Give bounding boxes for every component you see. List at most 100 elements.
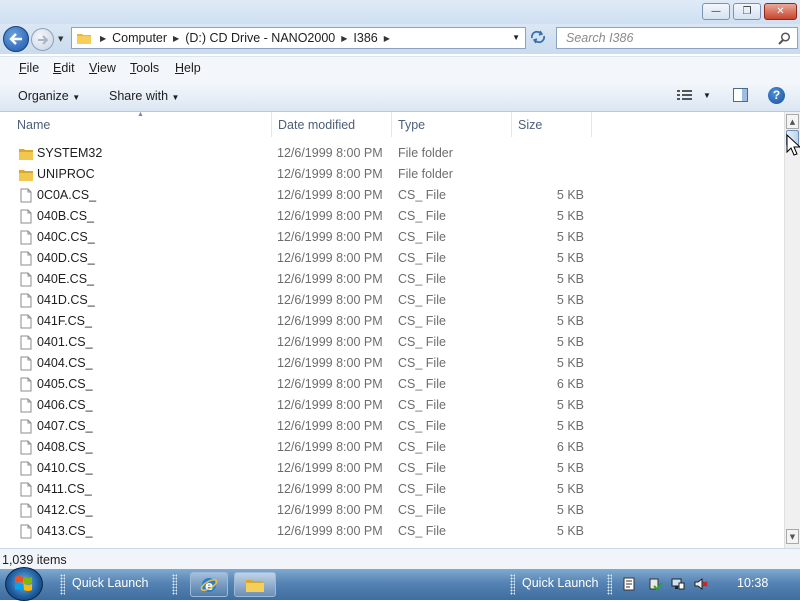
file-row[interactable]: 0408.CS_ 12/6/1999 8:00 PM CS_ File 6 KB [0, 437, 784, 458]
scroll-down-icon: ▼ [789, 532, 796, 541]
breadcrumb-computer[interactable]: Computer [107, 31, 172, 45]
file-date-modified: 12/6/1999 8:00 PM [277, 377, 383, 391]
file-row[interactable]: 041F.CS_ 12/6/1999 8:00 PM CS_ File 5 KB [0, 311, 784, 332]
sort-ascending-icon: ▲ [137, 111, 144, 118]
action-center-icon[interactable] [648, 577, 662, 591]
file-row[interactable]: 0407.CS_ 12/6/1999 8:00 PM CS_ File 5 KB [0, 416, 784, 437]
menu-tools[interactable]: Tools [130, 61, 159, 75]
windows-explorer-taskbar-button[interactable] [234, 572, 276, 597]
help-icon[interactable]: ? [768, 87, 785, 104]
file-row[interactable]: UNIPROC 12/6/1999 8:00 PM File folder [0, 164, 784, 185]
breadcrumb-i386[interactable]: I386 [348, 31, 382, 45]
menu-help[interactable]: Help [175, 61, 201, 75]
refresh-button[interactable] [529, 29, 549, 47]
quick-launch-label[interactable]: Quick Launch [72, 576, 148, 590]
file-size: 5 KB [556, 251, 584, 265]
file-type: CS_ File [398, 356, 446, 370]
file-name: 0405.CS_ [37, 377, 93, 391]
file-row[interactable]: 0412.CS_ 12/6/1999 8:00 PM CS_ File 5 KB [0, 500, 784, 521]
notification-icon[interactable] [622, 577, 636, 591]
column-divider[interactable] [391, 112, 392, 137]
file-row[interactable]: 0411.CS_ 12/6/1999 8:00 PM CS_ File 5 KB [0, 479, 784, 500]
change-view-button[interactable] [677, 89, 693, 105]
chevron-right-icon[interactable]: ▶ [340, 34, 348, 43]
file-row[interactable]: 0401.CS_ 12/6/1999 8:00 PM CS_ File 5 KB [0, 332, 784, 353]
file-row[interactable]: 0404.CS_ 12/6/1999 8:00 PM CS_ File 5 KB [0, 353, 784, 374]
file-row[interactable]: 0405.CS_ 12/6/1999 8:00 PM CS_ File 6 KB [0, 374, 784, 395]
quick-launch-label[interactable]: Quick Launch [522, 576, 598, 590]
file-size: 5 KB [556, 293, 584, 307]
file-row[interactable]: 0413.CS_ 12/6/1999 8:00 PM CS_ File 5 KB [0, 521, 784, 542]
details-view-icon [677, 90, 692, 100]
file-list: SYSTEM32 12/6/1999 8:00 PM File folder UNIP… [0, 143, 784, 548]
search-icon[interactable] [778, 32, 791, 45]
close-button[interactable]: ✕ [764, 3, 797, 20]
file-row[interactable]: 040D.CS_ 12/6/1999 8:00 PM CS_ File 5 KB [0, 248, 784, 269]
chevron-right-icon[interactable]: ▶ [172, 34, 180, 43]
column-divider[interactable] [591, 112, 592, 137]
file-size: 5 KB [556, 503, 584, 517]
clock[interactable]: 10:38 [737, 576, 768, 590]
back-button[interactable] [3, 26, 29, 52]
file-name: 040E.CS_ [37, 272, 94, 286]
file-name: 041F.CS_ [37, 314, 92, 328]
file-type: CS_ File [398, 419, 446, 433]
address-dropdown-icon[interactable]: ▼ [512, 33, 520, 42]
file-icon [20, 188, 32, 203]
search-input[interactable]: Search I386 [556, 27, 798, 49]
file-row[interactable]: 0410.CS_ 12/6/1999 8:00 PM CS_ File 5 KB [0, 458, 784, 479]
minimize-button[interactable]: — [702, 3, 730, 20]
chevron-right-icon[interactable]: ▶ [383, 34, 391, 43]
file-name: 040B.CS_ [37, 209, 94, 223]
file-icon [20, 356, 32, 371]
file-row[interactable]: 040B.CS_ 12/6/1999 8:00 PM CS_ File 5 KB [0, 206, 784, 227]
taskbar-grip[interactable] [607, 574, 612, 595]
recent-pages-dropdown[interactable]: ▼ [58, 35, 63, 43]
start-button[interactable] [5, 567, 43, 601]
column-header-size[interactable]: Size [518, 118, 542, 132]
taskbar-grip[interactable] [172, 574, 177, 595]
column-header-name[interactable]: Name [17, 118, 50, 132]
vertical-scrollbar[interactable]: ▲ ▼ [784, 112, 800, 548]
file-name: 0412.CS_ [37, 503, 93, 517]
file-date-modified: 12/6/1999 8:00 PM [277, 272, 383, 286]
menu-view[interactable]: View [89, 61, 116, 75]
file-name: 0411.CS_ [37, 482, 92, 496]
taskbar-grip[interactable] [60, 574, 65, 595]
view-dropdown-icon[interactable]: ▼ [703, 91, 711, 100]
address-bar[interactable]: ▶ Computer ▶ (D:) CD Drive - NANO2000 ▶ … [71, 27, 526, 49]
file-row[interactable]: 040E.CS_ 12/6/1999 8:00 PM CS_ File 5 KB [0, 269, 784, 290]
maximize-button[interactable]: ❐ [733, 3, 761, 20]
file-row[interactable]: 0C0A.CS_ 12/6/1999 8:00 PM CS_ File 5 KB [0, 185, 784, 206]
chevron-right-icon[interactable]: ▶ [99, 34, 107, 43]
scroll-up-button[interactable]: ▲ [786, 114, 799, 129]
breadcrumb-cd-drive[interactable]: (D:) CD Drive - NANO2000 [180, 31, 340, 45]
file-date-modified: 12/6/1999 8:00 PM [277, 251, 383, 265]
column-divider[interactable] [271, 112, 272, 137]
menu-file[interactable]: File [19, 61, 39, 75]
network-icon[interactable] [671, 577, 685, 591]
share-with-button[interactable]: Share with ▼ [109, 89, 179, 103]
menu-bar: File Edit View Tools Help [0, 56, 800, 82]
column-divider[interactable] [511, 112, 512, 137]
volume-muted-icon[interactable] [694, 577, 708, 591]
file-row[interactable]: 0406.CS_ 12/6/1999 8:00 PM CS_ File 5 KB [0, 395, 784, 416]
file-row[interactable]: 040C.CS_ 12/6/1999 8:00 PM CS_ File 5 KB [0, 227, 784, 248]
taskbar-grip[interactable] [510, 574, 515, 595]
file-row[interactable]: SYSTEM32 12/6/1999 8:00 PM File folder [0, 143, 784, 164]
preview-pane-icon[interactable] [733, 88, 748, 102]
internet-explorer-taskbar-button[interactable]: e [190, 572, 228, 597]
menu-edit[interactable]: Edit [53, 61, 75, 75]
organize-button[interactable]: Organize ▼ [18, 89, 80, 103]
status-bar: 1,039 items [0, 548, 800, 570]
file-date-modified: 12/6/1999 8:00 PM [277, 314, 383, 328]
item-count: 1,039 items [2, 553, 67, 567]
column-header-type[interactable]: Type [398, 118, 425, 132]
column-header-date[interactable]: Date modified [278, 118, 355, 132]
file-row[interactable]: 041D.CS_ 12/6/1999 8:00 PM CS_ File 5 KB [0, 290, 784, 311]
file-size: 6 KB [556, 440, 584, 454]
file-type: CS_ File [398, 398, 446, 412]
file-type: CS_ File [398, 272, 446, 286]
scroll-down-button[interactable]: ▼ [786, 529, 799, 544]
forward-button[interactable] [31, 28, 54, 51]
